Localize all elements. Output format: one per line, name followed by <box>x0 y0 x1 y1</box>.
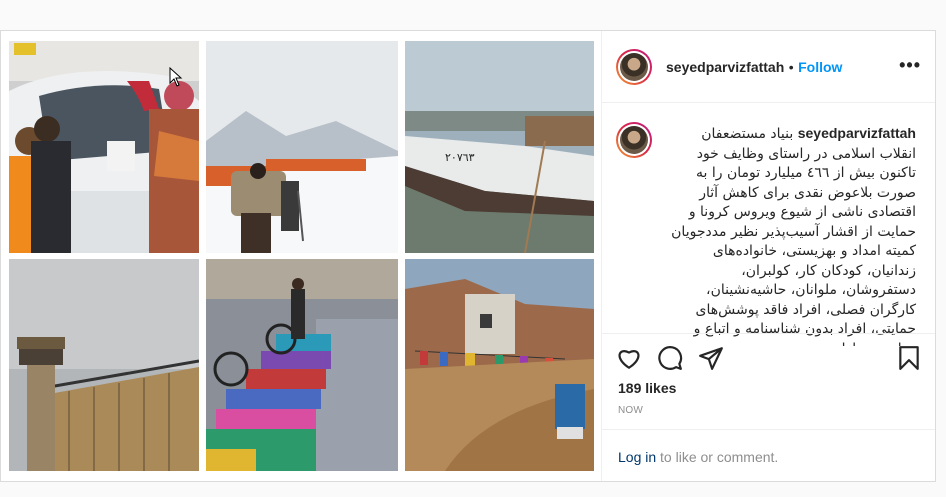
collage-photo-kolbar-snow <box>206 41 398 253</box>
collage-photo-street-vendors <box>206 259 398 471</box>
caption-username[interactable]: seyedparvizfattah <box>798 125 916 141</box>
share-icon[interactable] <box>698 345 724 371</box>
svg-text:٢٠٧٦٣: ٢٠٧٦٣ <box>445 151 475 164</box>
post-sidebar: seyedparvizfattah • Follow ••• seyedparv… <box>602 31 935 481</box>
instagram-post: ٢٠٧٦٣ seyedparvizfattah • Follow ••• sey… <box>0 30 936 482</box>
comment-bar: Log in to like or comment. <box>602 429 935 483</box>
caption-avatar[interactable] <box>616 122 652 158</box>
login-prompt: Log in to like or comment. <box>618 449 778 465</box>
collage-photo-prison <box>9 259 199 471</box>
avatar[interactable] <box>616 49 652 85</box>
caption-text-block: seyedparvizfattah بنیاد مستضعفان انقلاب … <box>666 124 916 346</box>
follow-button[interactable]: Follow <box>798 59 842 75</box>
post-image-collage[interactable]: ٢٠٧٦٣ <box>1 31 601 481</box>
collage-photo-slum-houses <box>405 259 594 471</box>
login-link[interactable]: Log in <box>618 449 656 465</box>
login-prompt-suffix: to like or comment. <box>656 449 779 465</box>
separator-dot: • <box>788 59 794 75</box>
caption-area: seyedparvizfattah بنیاد مستضعفان انقلاب … <box>602 104 935 346</box>
actions-section: 189 likes NOW Log in to like or comment. <box>602 333 935 482</box>
post-header: seyedparvizfattah • Follow ••• <box>602 31 935 103</box>
heart-icon[interactable] <box>616 345 642 371</box>
bookmark-icon[interactable] <box>896 345 922 371</box>
comment-icon[interactable] <box>657 345 683 371</box>
more-options-icon[interactable]: ••• <box>899 55 921 76</box>
header-username[interactable]: seyedparvizfattah <box>666 59 784 75</box>
likes-count[interactable]: 189 likes <box>618 380 676 396</box>
caption-body: بنیاد مستضعفان انقلاب اسلامی در راستای و… <box>671 126 916 346</box>
post-timestamp: NOW <box>618 405 644 416</box>
mouse-cursor-icon <box>169 67 183 87</box>
collage-photo-fishing-boats: ٢٠٧٦٣ <box>405 41 594 253</box>
